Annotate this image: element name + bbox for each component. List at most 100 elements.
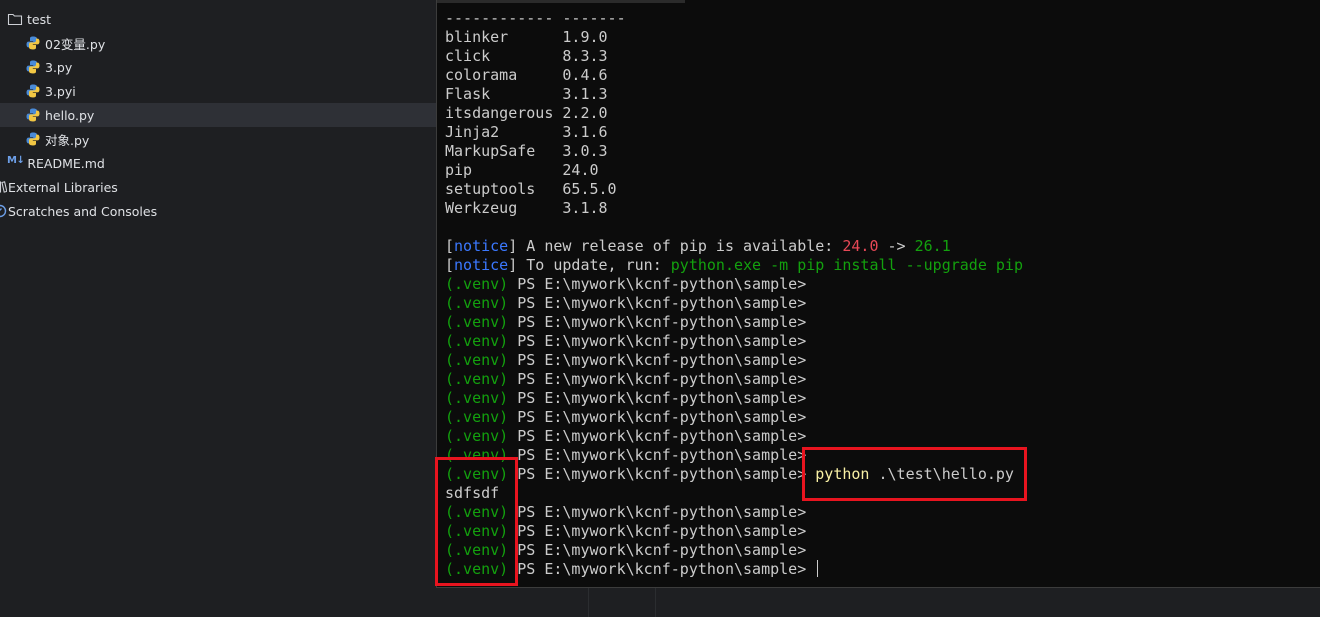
package-row: click 8.3.3 (445, 47, 1315, 66)
package-version: 3.0.3 (562, 142, 608, 160)
tree-item-readme[interactable]: M↓ README.md (0, 151, 436, 175)
prompt: PS E:\mywork\kcnf-python\sample> (517, 541, 807, 559)
package-row: Werkzeug 3.1.8 (445, 199, 1315, 218)
prompt: PS E:\mywork\kcnf-python\sample> (517, 465, 807, 483)
package-name: blinker (445, 28, 509, 46)
library-icon (0, 179, 7, 195)
notice-tag: notice (454, 256, 509, 274)
python-file-icon (25, 131, 41, 147)
tree-item-test-folder[interactable]: test (0, 7, 436, 31)
prompt: PS E:\mywork\kcnf-python\sample> (517, 332, 807, 350)
project-tree: test 02变量.py 3.py 3.pyi hello.py 对象.py M… (0, 0, 436, 617)
prompt-line: (.venv) PS E:\mywork\kcnf-python\sample> (445, 332, 1315, 351)
prompt-line: (.venv) PS E:\mywork\kcnf-python\sample> (445, 503, 1315, 522)
prompt-line: (.venv) PS E:\mywork\kcnf-python\sample> (445, 560, 1315, 579)
prompt-history: (.venv) PS E:\mywork\kcnf-python\sample>… (445, 275, 1315, 465)
prompt: PS E:\mywork\kcnf-python\sample> (517, 313, 807, 331)
package-row: pip 24.0 (445, 161, 1315, 180)
tree-item-02-py[interactable]: 02变量.py (0, 31, 436, 55)
venv-indicator: (.venv) (445, 465, 509, 483)
prompt: PS E:\mywork\kcnf-python\sample> (517, 294, 807, 312)
tree-item-label: hello.py (45, 107, 95, 123)
notice-line: [notice] A new release of pip is availab… (445, 237, 951, 255)
venv-indicator: (.venv) (445, 275, 509, 293)
prompt-line: (.venv) PS E:\mywork\kcnf-python\sample> (445, 408, 1315, 427)
prompt-line: (.venv) PS E:\mywork\kcnf-python\sample> (445, 389, 1315, 408)
python-file-icon (25, 83, 41, 99)
package-name: Jinja2 (445, 123, 500, 141)
venv-indicator: (.venv) (445, 503, 509, 521)
venv-indicator: (.venv) (445, 522, 509, 540)
venv-indicator: (.venv) (445, 427, 509, 445)
package-version: 3.1.3 (562, 85, 608, 103)
venv-indicator: (.venv) (445, 446, 509, 464)
package-row: MarkupSafe 3.0.3 (445, 142, 1315, 161)
terminal-window[interactable]: ------------ ------- blinker 1.9.0 click 8.… (436, 0, 1320, 588)
package-name: pip (445, 161, 473, 179)
tree-item-hello-py[interactable]: hello.py (0, 103, 436, 127)
package-row: Jinja2 3.1.6 (445, 123, 1315, 142)
package-row: Flask 3.1.3 (445, 85, 1315, 104)
notice-tag: notice (454, 237, 509, 255)
venv-indicator: (.venv) (445, 560, 509, 578)
new-version: 26.1 (914, 237, 951, 255)
tree-item-external-libraries[interactable]: External Libraries (0, 175, 436, 199)
package-version: 24.0 (562, 161, 599, 179)
prompt-line: (.venv) PS E:\mywork\kcnf-python\sample> (445, 370, 1315, 389)
prompt: PS E:\mywork\kcnf-python\sample> (517, 503, 807, 521)
tree-item-3-py[interactable]: 3.py (0, 55, 436, 79)
tree-item-duixiang-py[interactable]: 对象.py (0, 127, 436, 151)
package-name: click (445, 47, 491, 65)
package-row: blinker 1.9.0 (445, 28, 1315, 47)
prompt: PS E:\mywork\kcnf-python\sample> (517, 370, 807, 388)
terminal-output[interactable]: ------------ ------- blinker 1.9.0 click 8.… (445, 9, 1315, 579)
prompt-history: (.venv) PS E:\mywork\kcnf-python\sample>… (445, 503, 1315, 579)
package-row: setuptools 65.5.0 (445, 180, 1315, 199)
package-version: 3.1.6 (562, 123, 608, 141)
package-version: 3.1.8 (562, 199, 608, 217)
package-version: 65.5.0 (562, 180, 617, 198)
terminal-line: ------------ ------- (445, 9, 626, 27)
package-name: Flask (445, 85, 491, 103)
prompt: PS E:\mywork\kcnf-python\sample> (517, 446, 807, 464)
venv-indicator: (.venv) (445, 294, 509, 312)
prompt-line: (.venv) PS E:\mywork\kcnf-python\sample> (445, 294, 1315, 313)
upgrade-command: python.exe -m pip install --upgrade pip (670, 256, 1023, 274)
tree-item-label: README.md (27, 155, 105, 171)
package-row: colorama 0.4.6 (445, 66, 1315, 85)
prompt: PS E:\mywork\kcnf-python\sample> (517, 427, 807, 445)
tree-item-label: 3.pyi (45, 83, 76, 99)
notice-line: [notice] To update, run: python.exe -m p… (445, 256, 1023, 274)
tree-item-label: 02变量.py (45, 36, 106, 52)
tree-item-label: test (27, 11, 52, 27)
tree-item-scratches[interactable]: Scratches and Consoles (0, 199, 436, 223)
prompt: PS E:\mywork\kcnf-python\sample> (517, 522, 807, 540)
prompt-line: (.venv) PS E:\mywork\kcnf-python\sample> (445, 541, 1315, 560)
tree-item-label: 3.py (45, 59, 73, 75)
package-name: itsdangerous (445, 104, 554, 122)
tree-item-3-pyi[interactable]: 3.pyi (0, 79, 436, 103)
divider (655, 585, 656, 617)
command-arg: .\test\hello.py (878, 465, 1014, 483)
prompt: PS E:\mywork\kcnf-python\sample> (517, 560, 807, 578)
prompt-line: (.venv) PS E:\mywork\kcnf-python\sample> (445, 275, 1315, 294)
command-exe: python (815, 465, 870, 483)
prompt-line: (.venv) PS E:\mywork\kcnf-python\sample> (445, 446, 1315, 465)
tree-item-label: External Libraries (8, 179, 118, 195)
prompt-line: (.venv) PS E:\mywork\kcnf-python\sample> (445, 313, 1315, 332)
text-cursor (817, 560, 819, 577)
venv-indicator: (.venv) (445, 313, 509, 331)
package-name: Werkzeug (445, 199, 518, 217)
venv-indicator: (.venv) (445, 389, 509, 407)
venv-indicator: (.venv) (445, 541, 509, 559)
package-name: MarkupSafe (445, 142, 536, 160)
venv-indicator: (.venv) (445, 408, 509, 426)
package-name: colorama (445, 66, 518, 84)
tree-item-label: Scratches and Consoles (8, 203, 158, 219)
python-file-icon (25, 59, 41, 75)
package-name: setuptools (445, 180, 536, 198)
terminal-tab-strip (437, 0, 685, 3)
prompt: PS E:\mywork\kcnf-python\sample> (517, 408, 807, 426)
tree-item-label: 对象.py (45, 132, 90, 148)
package-version: 2.2.0 (562, 104, 608, 122)
